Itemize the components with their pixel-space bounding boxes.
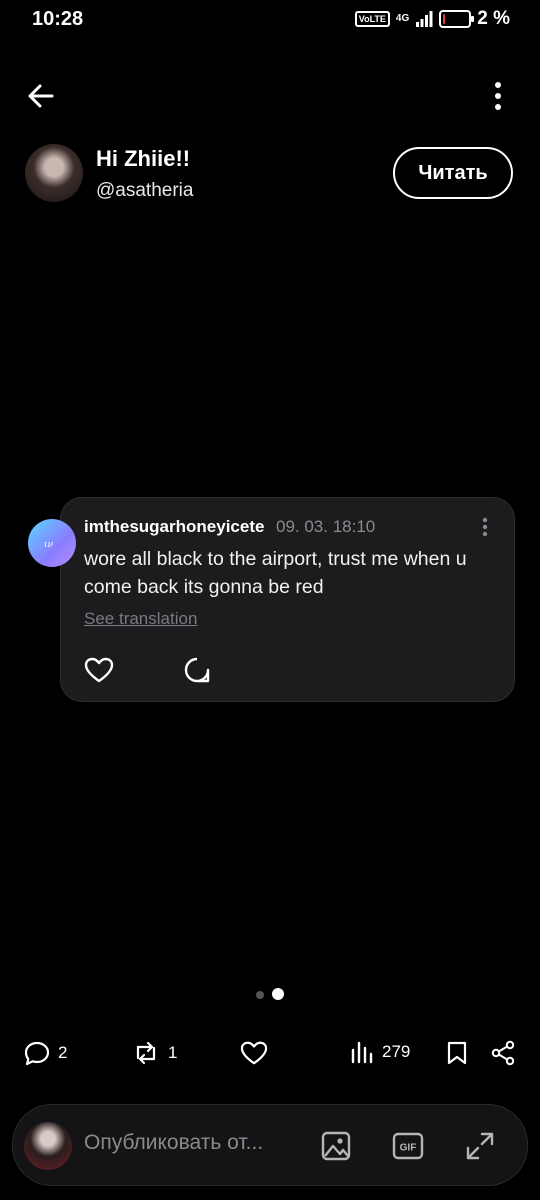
views-count: 279 <box>382 1042 411 1061</box>
add-gif-button[interactable]: GIF <box>388 1126 428 1166</box>
heart-icon <box>240 1041 268 1065</box>
more-vertical-icon <box>495 82 501 110</box>
follow-button[interactable]: Читать <box>393 147 513 199</box>
gif-icon: GIF <box>392 1132 424 1160</box>
comment-date: 09. 03. 18:10 <box>276 517 376 536</box>
repost-icon <box>136 1041 156 1065</box>
volte-badge: VoLTE <box>354 11 390 27</box>
pager-dot-2-active[interactable] <box>272 988 284 1000</box>
battery-icon <box>439 10 475 28</box>
comment-text: wore all black to the airport, trust me … <box>84 548 467 598</box>
repost-action[interactable]: 1 <box>132 1040 177 1066</box>
share-icon <box>491 1040 515 1066</box>
reply-action[interactable]: 2 <box>24 1040 67 1066</box>
back-button[interactable] <box>22 78 62 114</box>
svg-text:GIF: GIF <box>400 1143 417 1154</box>
expand-icon <box>466 1132 494 1160</box>
author-avatar[interactable] <box>25 144 83 202</box>
views-chart-icon <box>351 1041 373 1064</box>
repost-count: 1 <box>168 1043 178 1062</box>
more-vertical-icon <box>482 517 488 537</box>
status-icons: VoLTE 4G 2 % <box>354 8 510 30</box>
heart-icon <box>84 657 114 683</box>
commenter-avatar: ιν <box>28 519 76 567</box>
pager-dot-1[interactable] <box>256 991 264 999</box>
share-action[interactable] <box>490 1040 516 1066</box>
bookmark-icon <box>447 1041 467 1065</box>
user-avatar[interactable] <box>24 1122 72 1170</box>
expand-compose-button[interactable] <box>460 1126 500 1166</box>
add-image-button[interactable] <box>316 1126 356 1166</box>
views-action[interactable]: 279 <box>350 1040 410 1064</box>
avatar-logo-icon: ιν <box>44 540 54 549</box>
battery-level <box>443 14 446 24</box>
signal-icon <box>416 11 433 27</box>
reply-icon <box>24 1041 50 1066</box>
status-time: 10:28 <box>32 8 84 30</box>
comment-more-button <box>475 514 495 542</box>
reply-count: 2 <box>58 1043 68 1062</box>
commenter-username: imthesugarhoneyicete <box>84 517 265 536</box>
compose-input[interactable] <box>84 1131 298 1155</box>
network-type: 4G <box>395 13 410 24</box>
image-icon <box>321 1131 351 1161</box>
comment-reply <box>183 656 211 684</box>
author-handle[interactable]: @asatheria <box>96 180 193 202</box>
like-action[interactable] <box>240 1040 268 1066</box>
see-translation-link: See translation <box>84 609 198 628</box>
comment-like <box>84 656 114 684</box>
battery-percent: 2 % <box>477 8 510 29</box>
author-name[interactable]: Hi Zhiie!! <box>96 146 190 172</box>
more-options-button[interactable] <box>484 78 512 114</box>
bookmark-action[interactable] <box>446 1040 468 1066</box>
comment-bubble-icon <box>184 657 210 683</box>
back-arrow-icon <box>28 84 54 108</box>
svg-text:ιν: ιν <box>44 540 54 549</box>
